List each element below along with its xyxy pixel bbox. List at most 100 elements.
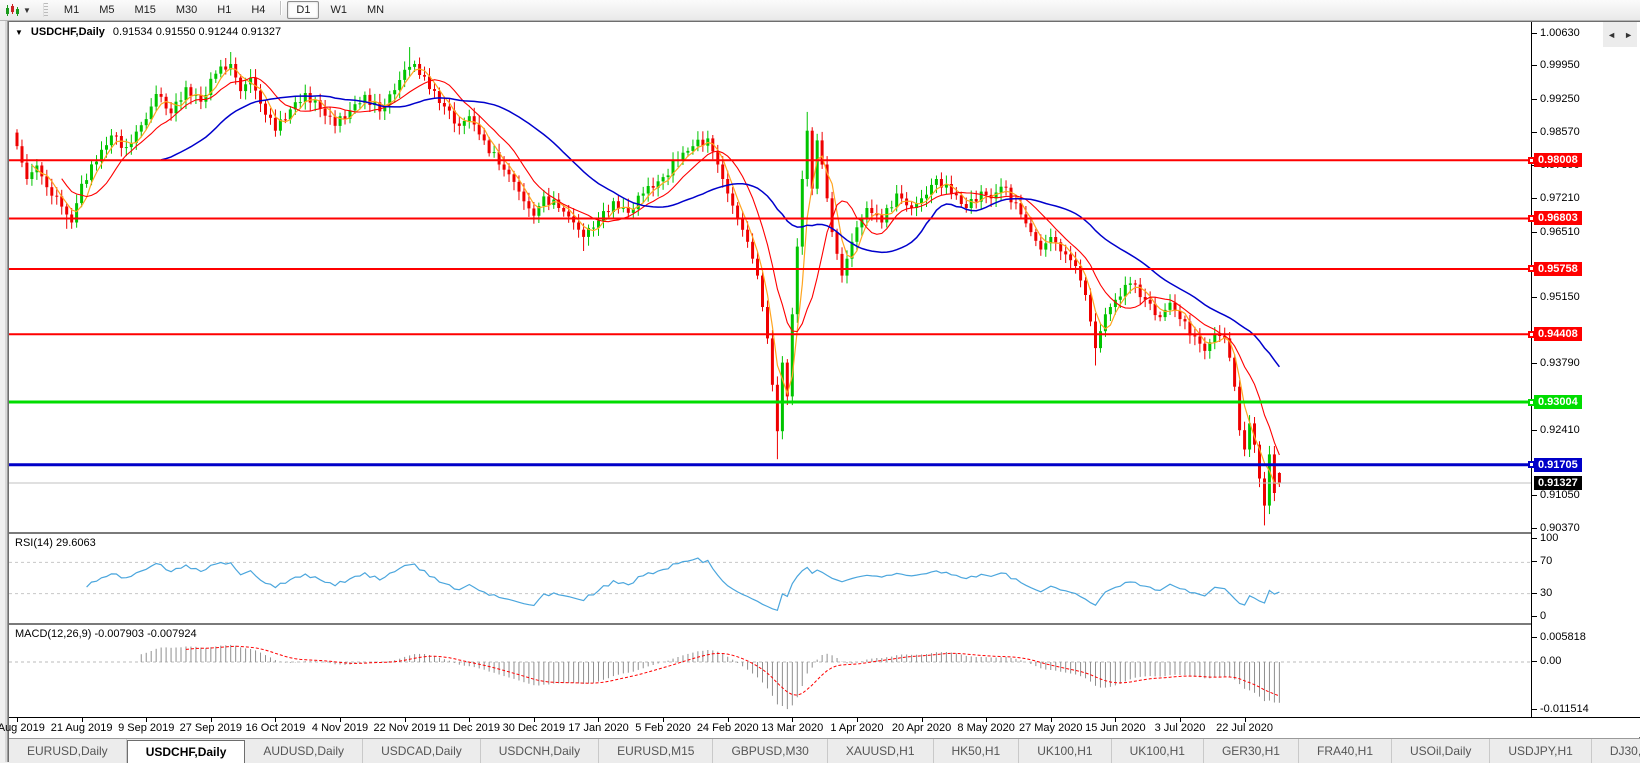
timeframe-m15[interactable]: M15 xyxy=(125,1,164,19)
tab-usdjpy-h1[interactable]: USDJPY,H1 xyxy=(1490,739,1592,763)
price-axis-tick: 0.93790 xyxy=(1532,357,1580,370)
price-axis-tick: 30 xyxy=(1531,586,1553,599)
date-label: 4 Nov 2019 xyxy=(311,722,369,734)
tab-eurusd-daily[interactable]: EURUSD,Daily xyxy=(9,739,127,763)
tab-dj30-m15[interactable]: DJ30,M15 xyxy=(1592,739,1640,763)
date-label: 22 Nov 2019 xyxy=(373,722,436,734)
tab-audusd-daily[interactable]: AUDUSD,Daily xyxy=(245,739,364,763)
date-label: 20 Apr 2020 xyxy=(891,722,952,734)
price-axis-tick: 0.98570 xyxy=(1532,126,1580,139)
date-label: 3 Jul 2020 xyxy=(1154,722,1206,734)
tab-hk50-h1[interactable]: HK50,H1 xyxy=(934,739,1020,763)
tab-gbpusd-m30[interactable]: GBPUSD,M30 xyxy=(713,739,828,763)
level-anchor-icon[interactable] xyxy=(1528,214,1535,222)
date-label: 9 Sep 2019 xyxy=(118,722,175,734)
date-label: 24 Feb 2020 xyxy=(696,722,759,734)
price-level-badge: 0.96803 xyxy=(1534,211,1582,226)
chart-ohlc-values: 0.91534 0.91550 0.91244 0.91327 xyxy=(112,26,282,38)
tab-scroll-arrows: ◄ ► xyxy=(1603,22,1637,47)
date-label: 22 Jul 2020 xyxy=(1216,722,1274,734)
price-axis-tick: 0.00 xyxy=(1531,655,1562,667)
price-axis-tick: 100 xyxy=(1531,532,1559,544)
toolbar-grip[interactable] xyxy=(42,3,48,17)
macd-label: MACD(12,26,9) -0.007903 -0.007924 xyxy=(15,628,197,640)
date-label: 11 Dec 2019 xyxy=(438,722,501,734)
top-toolbar: ▼ M1 M5 M15 M30 H1 H4 D1 W1 MN xyxy=(0,0,1640,21)
level-anchor-icon[interactable] xyxy=(1528,265,1535,273)
date-label: 2 Aug 2019 xyxy=(0,722,45,734)
date-label: 30 Dec 2019 xyxy=(502,722,566,734)
tab-eurusd-m15[interactable]: EURUSD,M15 xyxy=(599,739,714,763)
price-axis-tick: 0.91050 xyxy=(1532,489,1580,502)
timeframe-d1[interactable]: D1 xyxy=(287,1,320,19)
price-axis[interactable]: 1.006300.999500.992500.985700.978900.972… xyxy=(1528,22,1640,717)
tab-xauusd-h1[interactable]: XAUUSD,H1 xyxy=(828,739,934,763)
price-level-badge: 0.93004 xyxy=(1534,395,1582,409)
macd-pane[interactable]: MACD(12,26,9) -0.007903 -0.007924 xyxy=(9,625,1531,717)
date-label: 13 Mar 2020 xyxy=(761,722,824,734)
chevron-down-icon[interactable]: ▼ xyxy=(15,28,23,37)
date-label: 27 Sep 2019 xyxy=(179,722,243,734)
price-axis-tick: 0.99250 xyxy=(1532,93,1580,106)
date-axis[interactable]: 2 Aug 2019 21 Aug 2019 9 Sep 2019 27 Sep 20… xyxy=(0,717,1640,737)
tab-uk100-h1[interactable]: UK100,H1 xyxy=(1019,739,1112,763)
macd-chart-canvas[interactable] xyxy=(9,625,1531,717)
tab-scroll-left-icon[interactable]: ◄ xyxy=(1607,30,1616,40)
timeframe-buttons: M1 M5 M15 M30 H1 H4 D1 W1 MN xyxy=(54,1,394,19)
rsi-chart-canvas[interactable] xyxy=(9,534,1531,623)
rsi-label: RSI(14) 29.6063 xyxy=(15,537,96,549)
timeframe-m5[interactable]: M5 xyxy=(90,1,123,19)
price-axis-tick: 70 xyxy=(1531,555,1553,568)
chevron-down-icon[interactable]: ▼ xyxy=(23,6,31,15)
price-axis-tick: 0.96510 xyxy=(1532,225,1580,238)
price-chart-canvas[interactable] xyxy=(9,22,1531,532)
tab-fra40-h1[interactable]: FRA40,H1 xyxy=(1299,739,1393,763)
tab-scroll-right-icon[interactable]: ► xyxy=(1624,30,1633,40)
price-axis-tick: 0.92410 xyxy=(1532,423,1580,436)
price-axis-tick: 0.97210 xyxy=(1532,191,1580,204)
price-level-badge: 0.91705 xyxy=(1534,457,1582,472)
level-anchor-icon[interactable] xyxy=(1528,330,1535,338)
toolbar-separator xyxy=(280,1,282,15)
price-level-badge: 0.94408 xyxy=(1534,327,1582,342)
date-label: 21 Aug 2019 xyxy=(50,722,113,734)
level-anchor-icon[interactable] xyxy=(1528,398,1535,406)
date-label: 27 May 2020 xyxy=(1018,722,1083,734)
candlestick-chart-icon[interactable] xyxy=(3,3,21,18)
window-left-edge xyxy=(0,21,8,762)
level-anchor-icon[interactable] xyxy=(1528,156,1535,164)
price-axis-tick: 0.005818 xyxy=(1532,630,1586,643)
price-pane[interactable]: ▼ USDCHF,Daily 0.91534 0.91550 0.91244 0… xyxy=(9,22,1531,532)
timeframe-mn[interactable]: MN xyxy=(358,1,393,19)
chart-tab-bar: EURUSD,Daily USDCHF,Daily AUDUSD,Daily USDC… xyxy=(9,738,1640,763)
date-label: 17 Jan 2020 xyxy=(568,722,629,734)
price-axis-tick: 1.00630 xyxy=(1532,26,1580,39)
timeframe-h4[interactable]: H4 xyxy=(242,1,274,19)
chart-title: ▼ USDCHF,Daily 0.91534 0.91550 0.91244 0… xyxy=(15,26,281,38)
timeframe-w1[interactable]: W1 xyxy=(321,1,356,19)
tab-usdcad-daily[interactable]: USDCAD,Daily xyxy=(363,739,481,763)
timeframe-h1[interactable]: H1 xyxy=(208,1,240,19)
price-axis-tick: 0.99950 xyxy=(1532,59,1580,72)
price-axis-tick: 0.95150 xyxy=(1532,291,1580,304)
date-label: 1 Apr 2020 xyxy=(830,722,884,734)
price-level-badge: 0.91327 xyxy=(1534,476,1582,490)
timeframe-m30[interactable]: M30 xyxy=(167,1,206,19)
price-axis-tick: 0 xyxy=(1531,610,1547,622)
chart-window: ▼ USDCHF,Daily 0.91534 0.91550 0.91244 0… xyxy=(0,21,1640,763)
tab-usdcnh-daily[interactable]: USDCNH,Daily xyxy=(481,739,600,763)
date-label: 15 Jun 2020 xyxy=(1085,722,1146,734)
level-anchor-icon[interactable] xyxy=(1528,461,1535,469)
timeframe-m1[interactable]: M1 xyxy=(55,1,88,19)
price-level-badge: 0.95758 xyxy=(1534,261,1582,276)
price-level-badge: 0.98008 xyxy=(1534,153,1582,168)
price-axis-tick: -0.011514 xyxy=(1532,702,1589,715)
rsi-pane[interactable]: RSI(14) 29.6063 xyxy=(9,534,1531,623)
date-label: 8 May 2020 xyxy=(957,722,1015,734)
date-label: 16 Oct 2019 xyxy=(245,722,306,734)
chart-symbol-label: USDCHF,Daily xyxy=(30,26,105,38)
tab-usoil-daily[interactable]: USOil,Daily xyxy=(1392,739,1491,763)
tab-uk100-h1[interactable]: UK100,H1 xyxy=(1112,739,1204,763)
tab-ger30-h1[interactable]: GER30,H1 xyxy=(1204,739,1299,763)
tab-usdchf-daily[interactable]: USDCHF,Daily xyxy=(126,740,246,763)
